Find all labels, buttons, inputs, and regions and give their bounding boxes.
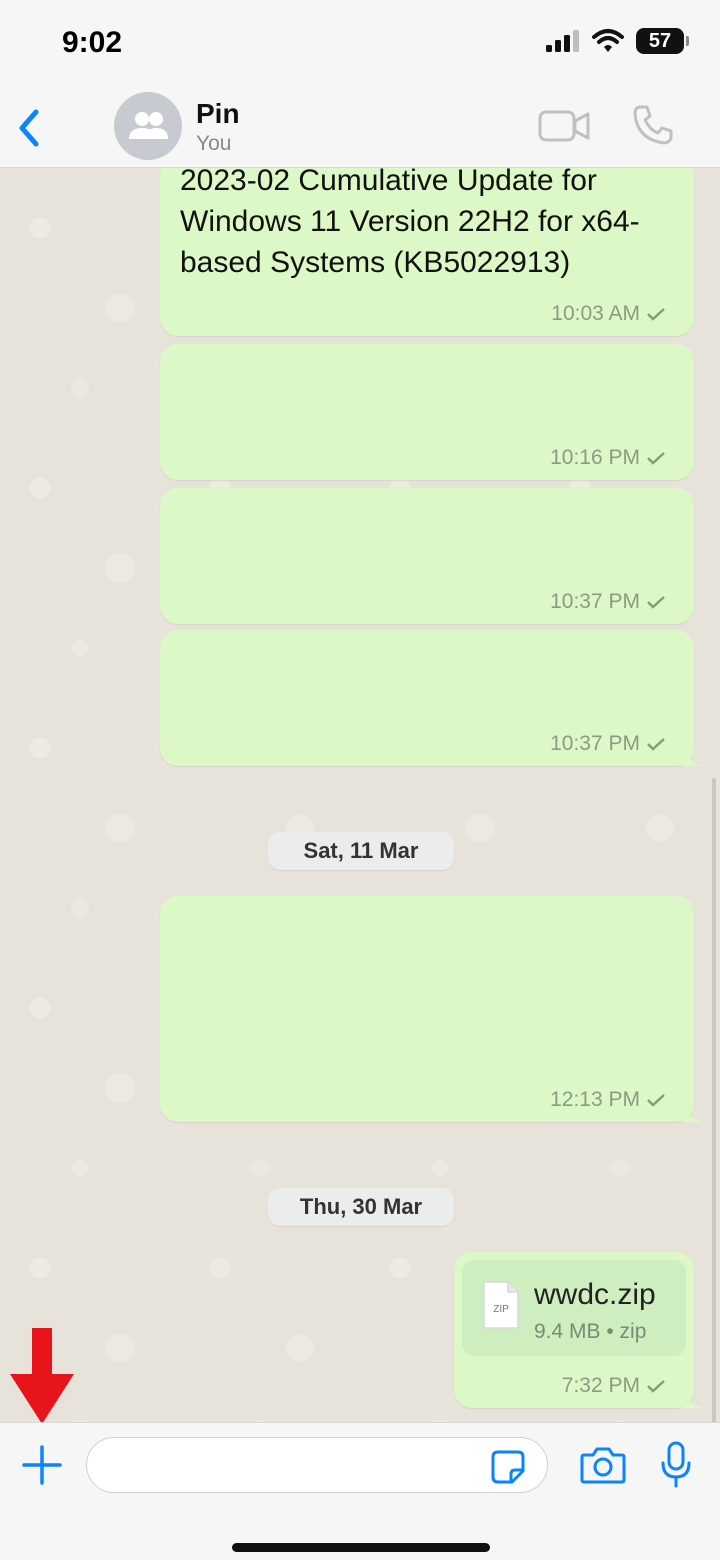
chevron-left-icon[interactable] [10, 104, 50, 152]
checkmark-icon [647, 452, 665, 465]
checkmark-icon [647, 1094, 665, 1107]
microphone-icon[interactable] [660, 1441, 692, 1489]
checkmark-icon [647, 308, 665, 321]
message-meta: 12:13 PM [550, 1088, 666, 1112]
message-meta: 10:37 PM [550, 590, 666, 614]
message-meta: 10:16 PM [550, 446, 666, 470]
date-separator: Sat, 11 Mar [268, 832, 454, 870]
file-info: 9.4 MB • zip [534, 1320, 647, 1343]
avatar[interactable] [114, 92, 182, 160]
video-camera-icon[interactable] [538, 106, 590, 146]
file-attachment[interactable]: ZIP wwdc.zip 9.4 MB • zip [462, 1260, 686, 1356]
group-icon [129, 112, 168, 139]
message-bubble[interactable]: 10:37 PM [160, 630, 704, 766]
message-bubble[interactable]: 2023-02 Cumulative Update for Windows 11… [160, 168, 694, 336]
message-meta: 10:37 PM [550, 732, 666, 756]
bubble-tail [682, 1104, 704, 1122]
message-meta: 10:03 AM [551, 302, 666, 326]
home-indicator[interactable] [232, 1543, 490, 1552]
file-type-label: ZIP [493, 1304, 509, 1315]
scrollbar[interactable] [712, 778, 716, 1422]
message-input[interactable] [86, 1437, 548, 1493]
plus-icon[interactable] [20, 1443, 64, 1487]
message-composer [0, 1422, 720, 1560]
status-bar: 9:02 57 [0, 0, 720, 88]
date-separator: Thu, 30 Mar [268, 1188, 454, 1226]
checkmark-icon [647, 738, 665, 751]
status-time: 9:02 [62, 26, 123, 59]
message-time: 10:37 PM [550, 732, 640, 755]
sticker-icon[interactable] [490, 1449, 526, 1485]
bubble-tail [682, 1390, 704, 1408]
battery-icon: 57 [636, 28, 689, 54]
contact-name[interactable]: Pin [196, 98, 240, 130]
camera-icon[interactable] [580, 1445, 626, 1485]
status-icons: 57 [546, 28, 689, 54]
checkmark-icon [647, 596, 665, 609]
message-time: 10:16 PM [550, 446, 640, 469]
message-time: 10:37 PM [550, 590, 640, 613]
message-text: 2023-02 Cumulative Update for Windows 11… [180, 168, 640, 279]
bubble-tail [682, 748, 704, 766]
message-meta: 7:32 PM [562, 1374, 666, 1398]
checkmark-icon [647, 1380, 665, 1393]
wifi-icon [592, 29, 624, 52]
file-message-bubble[interactable]: ZIP wwdc.zip 9.4 MB • zip 7:32 PM [454, 1252, 704, 1408]
message-time: 10:03 AM [551, 302, 640, 325]
cellular-signal-icon [546, 30, 579, 52]
message-bubble[interactable]: 10:37 PM [160, 488, 694, 624]
message-time: 12:13 PM [550, 1088, 640, 1111]
chat-messages[interactable]: 2023-02 Cumulative Update for Windows 11… [0, 168, 720, 1422]
red-arrow-annotation [10, 1328, 74, 1424]
file-name: wwdc.zip [534, 1278, 656, 1311]
chat-header: Pin You [0, 88, 720, 168]
phone-icon[interactable] [632, 104, 674, 146]
contact-subtitle: You [196, 132, 232, 155]
message-bubble[interactable]: 10:16 PM [160, 344, 694, 480]
message-bubble[interactable]: 12:13 PM [160, 896, 704, 1122]
message-time: 7:32 PM [561, 1374, 640, 1397]
zip-file-icon: ZIP [483, 1281, 519, 1329]
